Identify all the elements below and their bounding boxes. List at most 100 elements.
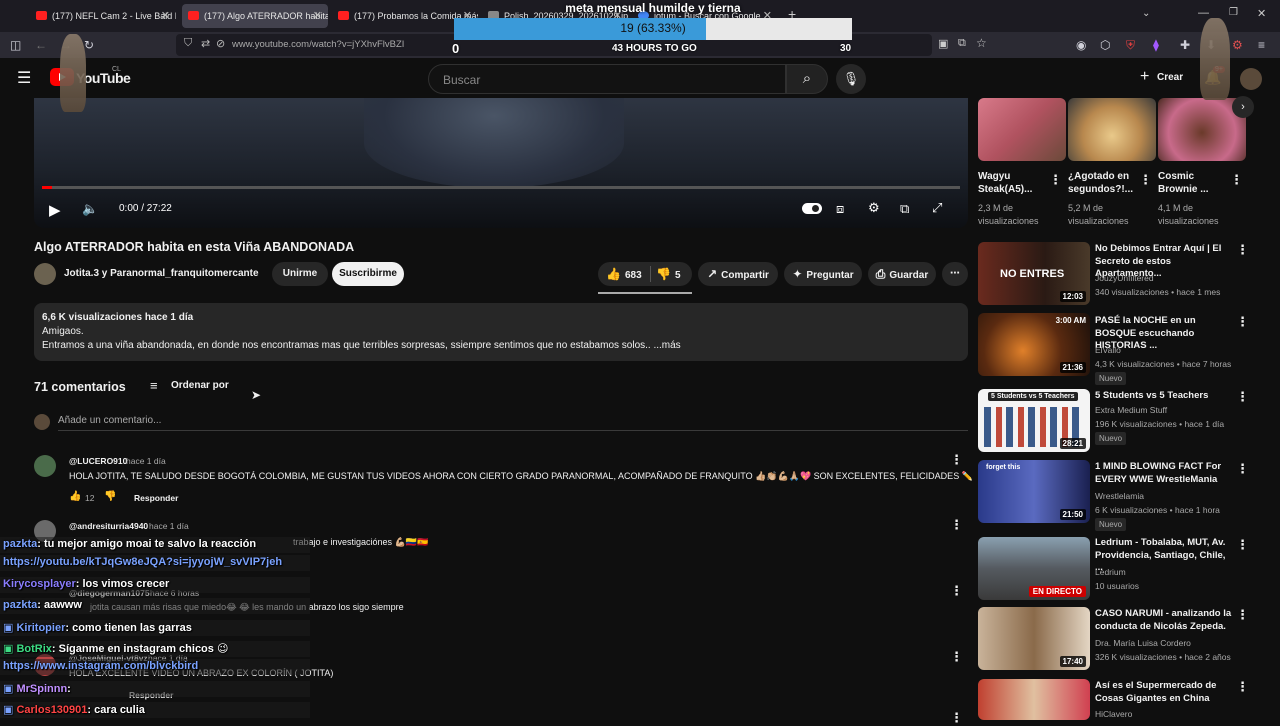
video-title[interactable]: CASO NARUMI - analizando la conducta de …	[1095, 608, 1233, 633]
video-more-icon[interactable]: ⋮	[1236, 461, 1249, 477]
twitch-extension-icon[interactable]: ⧫	[1153, 32, 1159, 58]
reader-view-icon[interactable]: ▣	[938, 37, 948, 50]
short-more-icon[interactable]: ⋮	[1230, 172, 1243, 188]
video-channel[interactable]: Extra Medium Stuff	[1095, 405, 1167, 415]
video-more-icon[interactable]: ⋮	[1236, 607, 1249, 623]
video-thumbnail[interactable]: NO ENTRES 12:03	[978, 242, 1090, 305]
video-more-icon[interactable]: ⋮	[1236, 537, 1249, 553]
video-title[interactable]: 5 Students vs 5 Teachers	[1095, 390, 1233, 403]
url-text[interactable]: www.youtube.com/watch?v=jYXhvFlvBZI	[232, 39, 404, 50]
video-thumbnail[interactable]: forget this 21:50	[978, 460, 1090, 523]
sidebar-toggle-icon[interactable]: ◫	[10, 32, 21, 58]
video-more-icon[interactable]: ⋮	[1236, 389, 1249, 405]
sort-icon[interactable]: ≡	[150, 378, 158, 393]
chat-link[interactable]: https://youtu.be/kTJqGw8eJQA?si=jyyojW_s…	[3, 556, 282, 568]
minimize-window-icon[interactable]: —	[1198, 7, 1209, 19]
comment-more-icon[interactable]: ⋮	[950, 710, 963, 726]
video-more-icon[interactable]: ⋮	[1236, 242, 1249, 258]
ublock-icon[interactable]: ⛨	[1126, 32, 1135, 58]
video-title[interactable]: 1 MIND BLOWING FACT For EVERY WWE Wrestl…	[1095, 461, 1233, 486]
short-thumbnail[interactable]	[1068, 98, 1156, 161]
more-actions-button[interactable]: ⋯	[942, 262, 968, 286]
search-input[interactable]: Buscar	[428, 64, 786, 94]
tab-close-icon[interactable]: ✕	[313, 4, 322, 28]
miniplayer-icon[interactable]: ⧉	[900, 201, 909, 217]
share-button[interactable]: ↗ Compartir	[698, 262, 778, 286]
tab-list-chevron-icon[interactable]: ⌄	[1142, 8, 1150, 19]
comment-author[interactable]: @LUCERO910	[69, 456, 127, 466]
reply-button[interactable]: Responder	[134, 493, 178, 503]
video-progress-bar[interactable]	[42, 186, 960, 189]
video-thumbnail[interactable]: EN DIRECTO	[978, 537, 1090, 600]
channel-name[interactable]: Jotita.3 y Paranormal_franquitomercante	[64, 268, 259, 279]
settings-gear-icon[interactable]: ⚙	[868, 200, 880, 216]
save-button[interactable]: ⎙ Guardar	[868, 262, 936, 286]
search-button[interactable]: ⌕	[786, 64, 828, 94]
short-more-icon[interactable]: ⋮	[1049, 172, 1062, 188]
short-title[interactable]: Wagyu Steak(A5)...	[978, 170, 1048, 196]
hamburger-menu-icon[interactable]: ☰	[17, 68, 31, 88]
short-more-icon[interactable]: ⋮	[1139, 172, 1152, 188]
comment-more-icon[interactable]: ⋮	[950, 583, 963, 599]
video-thumbnail[interactable]: 17:40	[978, 607, 1090, 670]
add-comment-input[interactable]: Añade un comentario...	[58, 415, 161, 426]
ask-button[interactable]: ✦ Preguntar	[784, 262, 862, 286]
comment-more-icon[interactable]: ⋮	[950, 517, 963, 533]
back-icon[interactable]: ←	[35, 32, 47, 58]
subscribe-button[interactable]: Suscribirme	[332, 262, 404, 286]
like-button[interactable]: 👍 683	[606, 262, 642, 288]
comment-avatar[interactable]	[34, 455, 56, 477]
gear-extension-icon[interactable]: ⚙	[1232, 32, 1243, 58]
autoplay-toggle[interactable]	[802, 203, 822, 214]
comment-like-icon[interactable]: 👍	[69, 491, 81, 502]
close-window-icon[interactable]: ✕	[1257, 7, 1266, 20]
subtitles-icon[interactable]: ⧈	[836, 201, 844, 217]
short-title[interactable]: ¿Agotado en segundos?!...	[1068, 170, 1146, 196]
comment-time[interactable]: hace 1 día	[126, 456, 166, 466]
dislike-button[interactable]: 👎 5	[656, 262, 681, 288]
comment-dislike-icon[interactable]: 👎	[104, 491, 116, 502]
video-channel[interactable]: HiClavero	[1095, 709, 1132, 719]
play-icon[interactable]: ▶	[49, 201, 61, 219]
tab-nefl-cam[interactable]: (177) NEFL Cam 2 - Live Bald Ea ✕	[30, 4, 176, 28]
short-title[interactable]: Cosmic Brownie ...	[1158, 170, 1228, 196]
create-button[interactable]: Crear	[1157, 72, 1183, 83]
menu-icon[interactable]: ≡	[1258, 32, 1265, 58]
video-title[interactable]: Así es el Supermercado de Cosas Gigantes…	[1095, 680, 1233, 705]
voice-search-button[interactable]: 🎙	[836, 64, 866, 94]
shield-icon[interactable]: ⛉	[184, 37, 192, 50]
fullscreen-icon[interactable]: ⤢	[932, 200, 942, 216]
video-thumbnail[interactable]: 5 Students vs 5 Teachers 28:21	[978, 389, 1090, 452]
extension-icon[interactable]: ⬡	[1100, 32, 1110, 58]
permissions-icon[interactable]: ⇄	[201, 37, 210, 50]
tab-algo-aterrador[interactable]: (177) Algo ATERRADOR habita e ✕	[182, 4, 328, 28]
maximize-window-icon[interactable]: ❐	[1229, 7, 1238, 18]
video-channel[interactable]: Dra. María Luisa Cordero	[1095, 638, 1191, 648]
video-more-icon[interactable]: ⋮	[1236, 314, 1249, 330]
video-channel[interactable]: JouzyUnfiltered	[1095, 273, 1154, 283]
chat-link[interactable]: https://www.instagram.com/blvckbird	[3, 660, 198, 672]
puzzle-extension-icon[interactable]: ✚	[1180, 32, 1190, 58]
video-player[interactable]: ▶ 🔈 0:00 / 27:22 ⧈ ⚙ ⧉ ⤢	[34, 98, 968, 228]
channel-avatar[interactable]	[34, 263, 56, 285]
user-avatar[interactable]	[1240, 68, 1262, 90]
volume-icon[interactable]: 🔈	[82, 201, 98, 217]
comment-more-icon[interactable]: ⋮	[950, 452, 963, 468]
account-icon[interactable]: ◉	[1076, 32, 1086, 58]
reload-icon[interactable]: ↻	[84, 32, 94, 58]
sort-button[interactable]: Ordenar por	[171, 380, 229, 391]
description-box[interactable]: 6,6 K visualizaciones hace 1 día Amigaos…	[34, 303, 968, 361]
tab-close-icon[interactable]: ✕	[161, 4, 170, 28]
video-thumbnail[interactable]: 3:00 AM 21:36	[978, 313, 1090, 376]
video-channel[interactable]: ElVallo	[1095, 345, 1121, 355]
comment-more-icon[interactable]: ⋮	[950, 649, 963, 665]
comment-time[interactable]: hace 1 día	[149, 521, 189, 531]
video-channel[interactable]: Wrestlelamia	[1095, 491, 1144, 501]
video-thumbnail[interactable]	[978, 679, 1090, 720]
video-channel[interactable]: Ledrium	[1095, 567, 1126, 577]
video-more-icon[interactable]: ⋮	[1236, 679, 1249, 695]
bookmark-star-icon[interactable]: ☆	[976, 36, 987, 50]
short-thumbnail[interactable]	[978, 98, 1066, 161]
comment-author[interactable]: @andresiturria4940	[69, 521, 148, 531]
screenshot-icon[interactable]: ⧉	[958, 37, 966, 50]
